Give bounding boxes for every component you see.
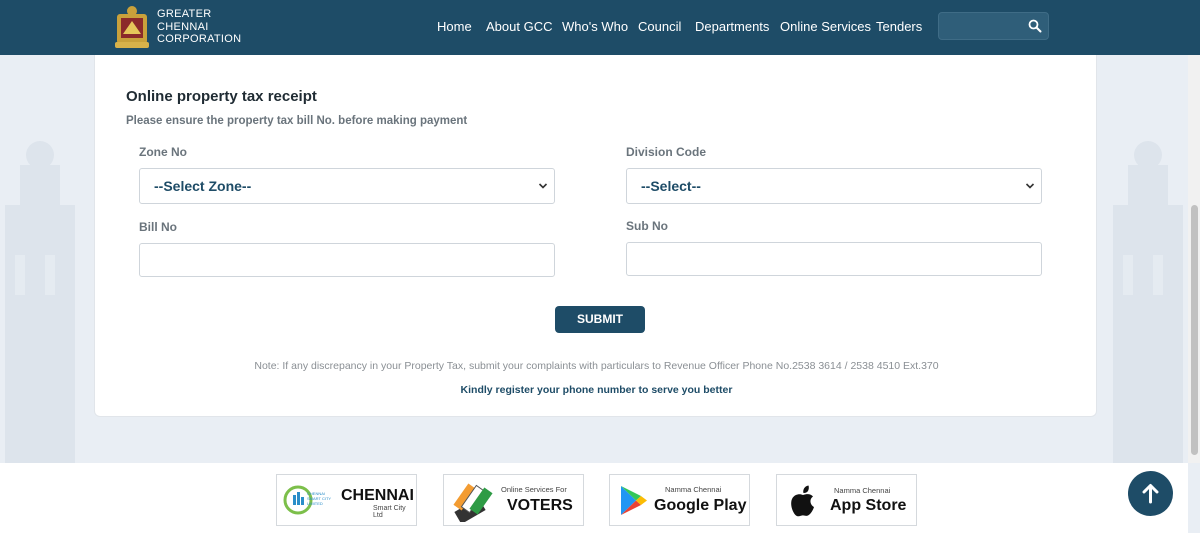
app-store-badge[interactable]: Namma Chennai App Store <box>776 474 917 526</box>
app-store-big-text: App Store <box>830 497 907 514</box>
zone-label: Zone No <box>139 145 187 159</box>
form-title: Online property tax receipt <box>126 88 317 105</box>
nav-home[interactable]: Home <box>437 19 472 34</box>
search-icon[interactable] <box>1028 19 1042 33</box>
nav-council[interactable]: Council <box>638 19 681 34</box>
google-play-small-text: Namma Chennai <box>665 485 722 494</box>
apple-icon <box>791 485 814 517</box>
chevron-down-icon <box>538 183 548 189</box>
google-play-icon <box>621 486 647 515</box>
voter-logo-icon <box>453 483 493 522</box>
smart-city-badge[interactable]: CHENNAI SMART CITY LIMITED CHENNAI Smart… <box>276 474 417 526</box>
smart-city-small-text: Smart City Ltd <box>373 505 406 519</box>
nav-online-services[interactable]: Online Services <box>780 19 871 34</box>
brand-line: CHENNAI <box>157 20 209 33</box>
nav-whos-who[interactable]: Who's Who <box>562 19 628 34</box>
search-input[interactable] <box>938 12 1049 40</box>
scroll-to-top-button[interactable] <box>1128 471 1173 516</box>
bill-no-label: Bill No <box>139 220 177 234</box>
chevron-down-icon <box>1025 183 1035 189</box>
gcc-emblem-icon[interactable] <box>113 4 151 50</box>
brand-line: CORPORATION <box>157 33 242 45</box>
property-tax-form-card: Online property tax receipt Please ensur… <box>94 55 1097 417</box>
building-illustration-right <box>1113 141 1183 463</box>
bill-no-input[interactable] <box>139 243 555 277</box>
form-subtitle: Please ensure the property tax bill No. … <box>126 115 468 127</box>
google-play-badge[interactable]: Namma Chennai Google Play <box>609 474 750 526</box>
app-store-small-text: Namma Chennai <box>834 486 891 495</box>
zone-select-value: --Select Zone-- <box>154 178 252 194</box>
voters-small-text: Online Services For <box>501 485 567 494</box>
brand-line: GREATER <box>157 8 212 20</box>
zone-select[interactable]: --Select Zone-- <box>139 168 555 204</box>
top-header: GREATER CHENNAI CORPORATION Home About G… <box>0 0 1200 55</box>
brand-name[interactable]: GREATER CHENNAI CORPORATION <box>157 8 241 46</box>
scrollbar-thumb[interactable] <box>1191 205 1198 455</box>
submit-button[interactable]: SUBMIT <box>555 306 645 333</box>
smart-city-big-text: CHENNAI <box>341 487 414 504</box>
smart-city-top-text: CHENNAI SMART CITY LIMITED <box>307 491 332 506</box>
division-select-value: --Select-- <box>641 178 701 194</box>
page-scrollbar[interactable] <box>1188 55 1200 463</box>
register-phone-link[interactable]: Kindly register your phone number to ser… <box>95 384 1098 396</box>
division-select[interactable]: --Select-- <box>626 168 1042 204</box>
nav-tenders[interactable]: Tenders <box>876 19 922 34</box>
sub-no-input[interactable] <box>626 242 1042 276</box>
nav-departments[interactable]: Departments <box>695 19 769 34</box>
arrow-up-icon <box>1142 484 1159 504</box>
footer-badges: CHENNAI SMART CITY LIMITED CHENNAI Smart… <box>0 463 1188 533</box>
division-label: Division Code <box>626 145 707 159</box>
discrepancy-note: Note: If any discrepancy in your Propert… <box>254 360 939 372</box>
voters-badge[interactable]: Online Services For VOTERS <box>443 474 584 526</box>
building-illustration-left <box>5 141 75 463</box>
sub-no-label: Sub No <box>626 219 668 233</box>
google-play-big-text: Google Play <box>654 497 747 514</box>
nav-about-gcc[interactable]: About GCC <box>486 19 552 34</box>
voters-big-text: VOTERS <box>507 497 573 514</box>
